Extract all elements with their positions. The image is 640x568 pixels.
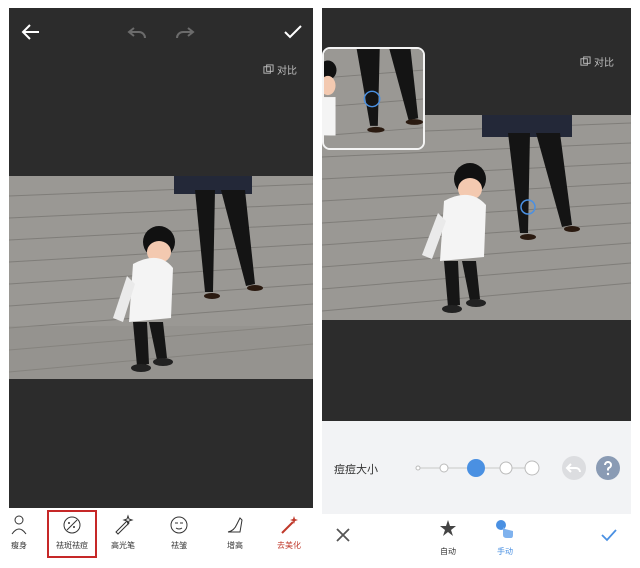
magic-wand-icon: [281, 516, 298, 534]
size-step[interactable]: [439, 463, 449, 473]
back-arrow-icon[interactable]: [19, 20, 43, 44]
manual-finger-icon: [496, 520, 513, 538]
mode-bar: 自动 手动: [322, 514, 631, 560]
compare-button[interactable]: 对比: [263, 62, 297, 77]
mode-auto[interactable]: 自动: [431, 518, 465, 557]
size-step[interactable]: [524, 460, 540, 476]
blemish-controls: 痘痘大小 自动 手动: [322, 421, 631, 560]
compare-label: 对比: [277, 66, 297, 77]
help-button[interactable]: [596, 456, 620, 480]
tool-body-slim[interactable]: 瘦身: [9, 512, 43, 556]
compare-icon: [580, 56, 591, 66]
auto-star-icon: [440, 520, 456, 536]
check-icon: [601, 529, 617, 542]
mode-manual[interactable]: 手动: [488, 518, 522, 557]
blemish-size-slider[interactable]: [414, 458, 544, 478]
tool-label: 祛斑祛痘: [56, 541, 88, 550]
tool-remove-beautify[interactable]: 去美化: [265, 512, 313, 556]
blemish-remove-icon: [63, 516, 81, 534]
size-step[interactable]: [415, 465, 421, 471]
undo-icon[interactable]: [125, 20, 149, 44]
size-step-selected[interactable]: [467, 459, 485, 477]
apply-button[interactable]: [600, 526, 618, 544]
left-editor-screen: 对比 瘦身 祛斑祛痘 高光笔 祛皱 增高 去美化: [9, 8, 313, 560]
right-editor-screen: 对比 痘痘大小 自动 手动: [322, 8, 631, 560]
highlight-pen-icon: [115, 514, 134, 535]
tool-wrinkle-remove[interactable]: 祛皱: [155, 512, 203, 556]
redo-icon[interactable]: [173, 20, 197, 44]
edited-photo[interactable]: [9, 176, 313, 379]
help-question-icon: [603, 461, 612, 476]
tool-blemish-remove[interactable]: 祛斑祛痘: [47, 510, 97, 558]
compare-button[interactable]: 对比: [580, 54, 614, 69]
blemish-size-label: 痘痘大小: [334, 463, 378, 476]
size-step[interactable]: [499, 461, 513, 475]
tool-label: 瘦身: [11, 541, 27, 550]
confirm-check-icon[interactable]: [281, 20, 305, 44]
compare-icon: [263, 64, 274, 74]
undo-button[interactable]: [562, 456, 586, 480]
heightening-icon: [227, 517, 243, 533]
tool-label: 高光笔: [111, 541, 135, 550]
tool-label: 去美化: [277, 541, 301, 550]
cancel-button[interactable]: [334, 526, 352, 544]
wrinkle-remove-icon: [170, 516, 188, 534]
mode-label: 自动: [440, 547, 456, 556]
body-slim-icon: [11, 515, 27, 535]
magnifier-preview: [322, 47, 425, 150]
undo-icon: [565, 463, 581, 473]
mode-label: 手动: [497, 547, 513, 556]
compare-label: 对比: [594, 58, 614, 69]
tool-highlight-pen[interactable]: 高光笔: [99, 512, 147, 556]
beauty-toolbar: 瘦身 祛斑祛痘 高光笔 祛皱 增高 去美化: [9, 508, 313, 560]
close-icon: [336, 528, 350, 542]
tool-heightening[interactable]: 增高: [211, 512, 259, 556]
tool-label: 增高: [227, 541, 243, 550]
tool-label: 祛皱: [171, 541, 187, 550]
